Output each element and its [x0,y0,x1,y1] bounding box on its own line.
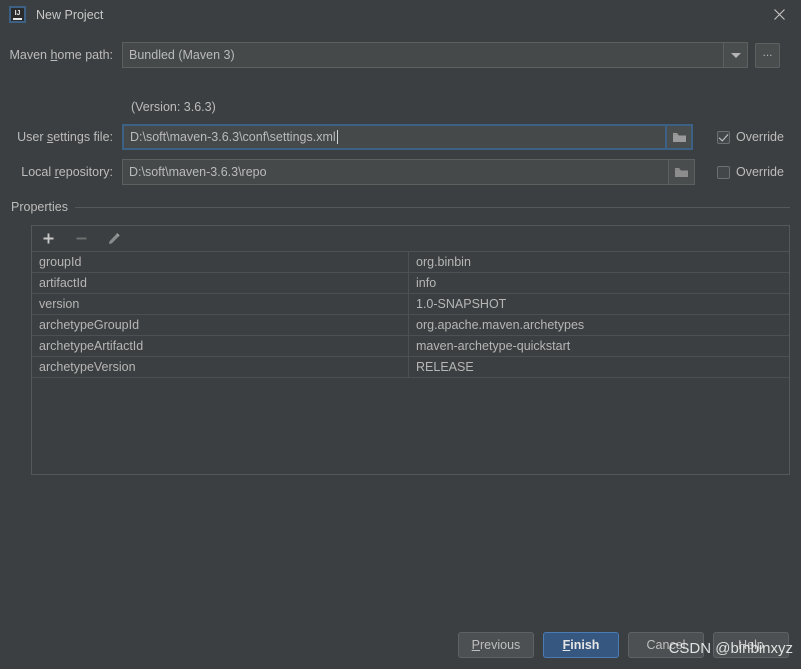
ellipsis-label: ... [762,45,773,59]
chevron-down-icon [730,52,741,58]
property-value: RELEASE [416,360,474,374]
intellij-idea-icon: IJ [9,6,26,23]
close-icon [773,9,785,20]
maven-home-path-dropdown-button[interactable] [724,42,748,68]
properties-group-title: Properties [11,200,68,214]
property-key: groupId [32,252,409,272]
dialog-body: Maven home path: Bundled (Maven 3) ... (… [0,29,801,669]
user-settings-override-label: Override [736,130,784,144]
property-value: info [416,276,437,290]
properties-table: groupId org.binbin artifactId info versi… [31,225,790,475]
local-repository-browse-button[interactable] [669,159,695,185]
edit-property-button[interactable] [106,231,122,247]
cancel-button[interactable]: Cancel [628,632,704,658]
window-title: New Project [36,7,104,22]
table-row[interactable]: archetypeGroupId org.apache.maven.archet… [32,315,789,336]
close-button[interactable] [757,0,801,29]
remove-property-button[interactable] [73,231,89,247]
maven-version-note: (Version: 3.6.3) [131,100,216,114]
maven-home-path-label: Maven home path: [9,48,113,62]
user-settings-override-checkbox[interactable]: Override [717,130,784,144]
local-repository-label: Local repository: [21,165,113,179]
local-repository-input[interactable]: D:\soft\maven-3.6.3\repo [122,159,669,185]
property-value: org.apache.maven.archetypes [416,318,585,332]
maven-home-path-browse-button[interactable]: ... [755,42,780,68]
previous-button[interactable]: Previous [458,632,534,658]
maven-home-path-value: Bundled (Maven 3) [129,48,235,62]
help-button[interactable]: Help [713,632,789,658]
maven-home-path-row: Maven home path: Bundled (Maven 3) ... [0,42,780,68]
maven-home-path-combo[interactable]: Bundled (Maven 3) [122,42,724,68]
checkbox-unchecked-icon [717,165,730,179]
user-settings-file-input[interactable]: D:\soft\maven-3.6.3\conf\settings.xml [122,124,667,150]
folder-icon [672,132,686,142]
property-key: archetypeArtifactId [32,336,409,356]
property-key: artifactId [32,273,409,293]
table-row[interactable]: groupId org.binbin [32,252,789,273]
table-row[interactable]: archetypeVersion RELEASE [32,357,789,378]
finish-button[interactable]: Finish [543,632,619,658]
checkbox-checked-icon [717,130,730,144]
group-separator [74,206,790,208]
user-settings-file-row: User settings file: D:\soft\maven-3.6.3\… [0,124,693,150]
add-property-button[interactable] [40,231,56,247]
user-settings-file-value: D:\soft\maven-3.6.3\conf\settings.xml [130,130,336,144]
intellij-idea-icon-letters: IJ [14,9,21,17]
dialog-button-bar: Previous Finish Cancel Help [458,632,789,658]
property-value: 1.0-SNAPSHOT [416,297,507,311]
property-value: maven-archetype-quickstart [416,339,571,353]
user-settings-file-label: User settings file: [17,130,113,144]
property-key: archetypeVersion [32,357,409,377]
minus-icon [76,237,86,240]
table-row[interactable]: artifactId info [32,273,789,294]
properties-rows: groupId org.binbin artifactId info versi… [32,252,789,474]
local-repository-value: D:\soft\maven-3.6.3\repo [129,165,267,179]
property-key: archetypeGroupId [32,315,409,335]
folder-icon [675,167,688,177]
table-row[interactable]: version 1.0-SNAPSHOT [32,294,789,315]
intellij-idea-icon-bar [13,17,22,20]
table-row[interactable]: archetypeArtifactId maven-archetype-quic… [32,336,789,357]
local-repository-row: Local repository: D:\soft\maven-3.6.3\re… [0,159,695,185]
plus-icon [43,233,53,244]
user-settings-file-browse-button[interactable] [667,124,693,150]
title-bar: IJ New Project [0,0,801,29]
property-key: version [32,294,409,314]
pencil-icon [109,232,120,244]
properties-group-header: Properties [11,200,790,214]
properties-toolbar [32,226,789,252]
local-repository-override-checkbox[interactable]: Override [717,165,784,179]
local-repository-override-label: Override [736,165,784,179]
property-value: org.binbin [416,255,471,269]
text-caret [336,130,338,144]
